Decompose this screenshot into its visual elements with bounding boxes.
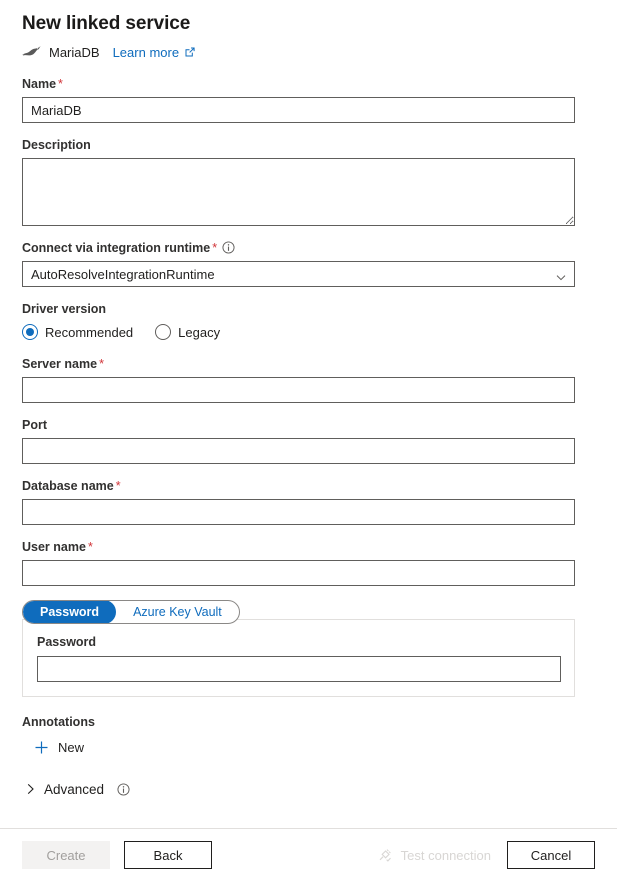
- cancel-button[interactable]: Cancel: [507, 841, 595, 869]
- server-name-input[interactable]: [22, 377, 575, 403]
- radio-legacy-indicator: [155, 324, 172, 340]
- description-label: Description: [22, 138, 91, 152]
- driver-version-group: Driver version Recommended Legacy: [22, 301, 595, 342]
- required-asterisk: *: [58, 77, 63, 91]
- integration-runtime-field-group: Connect via integration runtime * AutoRes…: [22, 240, 595, 287]
- radio-recommended-indicator: [22, 324, 38, 340]
- name-input[interactable]: [22, 97, 575, 123]
- auth-pivot-group: Password Azure Key Vault Password: [22, 600, 595, 697]
- port-field-group: Port: [22, 417, 595, 464]
- server-name-field-group: Server name *: [22, 356, 595, 403]
- auth-pivot-tablist: Password Azure Key Vault: [22, 600, 240, 624]
- required-asterisk: *: [212, 241, 218, 255]
- plus-icon: [34, 740, 49, 755]
- back-button[interactable]: Back: [124, 841, 212, 869]
- external-link-icon: [184, 46, 196, 58]
- advanced-label: Advanced: [44, 781, 105, 797]
- user-name-label: User name *: [22, 539, 595, 555]
- test-connection-button[interactable]: Test connection: [377, 847, 491, 863]
- server-name-label-text: Server name: [22, 357, 98, 371]
- required-asterisk: *: [115, 479, 121, 493]
- server-name-label: Server name *: [22, 356, 595, 372]
- mariadb-seal-logo-icon: [22, 45, 42, 59]
- integration-runtime-label-text: Connect via integration runtime: [22, 241, 211, 255]
- radio-option-recommended[interactable]: Recommended: [22, 324, 133, 340]
- radio-option-legacy[interactable]: Legacy: [155, 324, 220, 340]
- required-asterisk: *: [87, 540, 93, 554]
- service-name-label: MariaDB: [49, 44, 100, 60]
- driver-version-label: Driver version: [22, 302, 107, 316]
- add-annotation-button[interactable]: New: [34, 737, 595, 757]
- name-label: Name *: [22, 76, 595, 92]
- required-asterisk: *: [99, 357, 104, 371]
- learn-more-label: Learn more: [112, 44, 180, 60]
- description-textarea[interactable]: [22, 158, 575, 226]
- dialog-footer: Create Back Test connection Cancel: [0, 828, 617, 881]
- test-connection-label: Test connection: [400, 847, 491, 863]
- password-label: Password: [37, 635, 97, 649]
- page-title: New linked service: [22, 13, 191, 34]
- learn-more-link[interactable]: Learn more: [113, 45, 196, 60]
- name-label-text: Name: [22, 77, 57, 91]
- driver-version-radio-row: Recommended Legacy: [22, 322, 595, 342]
- database-name-input[interactable]: [22, 499, 575, 525]
- description-field-group: Description: [22, 137, 595, 226]
- database-name-label-text: Database name: [22, 479, 114, 493]
- info-icon[interactable]: [117, 782, 130, 796]
- user-name-input[interactable]: [22, 560, 575, 586]
- radio-legacy-label: Legacy: [178, 324, 221, 340]
- integration-runtime-select[interactable]: AutoResolveIntegrationRuntime: [22, 261, 575, 287]
- user-name-field-group: User name *: [22, 539, 595, 586]
- radio-recommended-label: Recommended: [45, 324, 134, 340]
- advanced-section-toggle[interactable]: Advanced: [22, 779, 595, 799]
- password-input[interactable]: [37, 656, 561, 682]
- info-icon[interactable]: [222, 241, 235, 254]
- chevron-right-icon: [26, 783, 36, 795]
- create-button[interactable]: Create: [22, 841, 110, 869]
- plug-check-icon: [377, 847, 393, 863]
- tab-azure-key-vault[interactable]: Azure Key Vault: [116, 601, 239, 623]
- port-label: Port: [22, 418, 47, 432]
- footer-left-actions: Create Back: [22, 841, 212, 869]
- database-name-label: Database name *: [22, 478, 595, 494]
- name-field-group: Name *: [22, 76, 595, 123]
- tab-password[interactable]: Password: [23, 601, 117, 623]
- user-name-label-text: User name: [22, 540, 86, 554]
- add-annotation-label: New: [58, 739, 85, 755]
- service-subheader: MariaDB Learn more: [22, 42, 595, 62]
- new-linked-service-panel: New linked service MariaDB Learn more Na…: [0, 0, 617, 828]
- annotations-group: Annotations New: [22, 715, 595, 757]
- port-input[interactable]: [22, 438, 575, 464]
- annotations-label: Annotations: [22, 715, 95, 729]
- password-panel: Password: [22, 619, 575, 697]
- form-content: New linked service MariaDB Learn more Na…: [0, 0, 617, 799]
- footer-right-actions: Test connection Cancel: [377, 841, 595, 869]
- integration-runtime-label: Connect via integration runtime *: [22, 240, 595, 256]
- integration-runtime-select-wrap: AutoResolveIntegrationRuntime: [22, 261, 575, 287]
- database-name-field-group: Database name *: [22, 478, 595, 525]
